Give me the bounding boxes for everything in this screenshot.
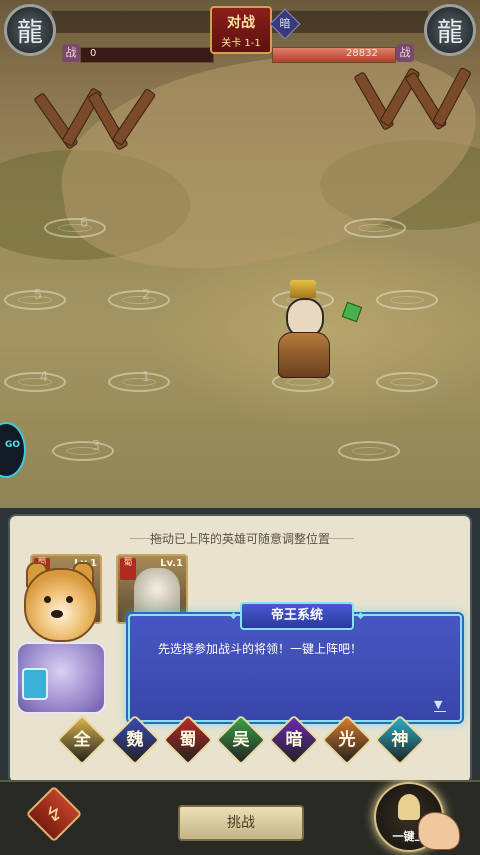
faction-filter-all[interactable]: 全 <box>56 714 108 766</box>
hero-portrait <box>134 568 180 620</box>
jade-seal-icon <box>341 301 363 323</box>
robot-arm <box>22 668 48 700</box>
challenge-button[interactable]: 挑战 <box>178 805 304 841</box>
battlefield: 6 5 2 4 1 3 GO <box>0 0 480 510</box>
faction-filter-wei[interactable]: 魏 <box>109 714 161 766</box>
crown-icon <box>290 280 316 298</box>
divider <box>320 538 354 539</box>
dialog-title: 帝王系统 <box>230 602 364 630</box>
enemy-slot <box>338 441 400 461</box>
slot-number: 3 <box>91 439 101 454</box>
wooden-barricade <box>353 66 472 131</box>
player-power-badge: 战 <box>62 44 80 62</box>
dragon-icon: 龍 <box>436 17 463 48</box>
enemy-slot <box>344 218 406 238</box>
back-arrow-icon: ↯ <box>45 802 63 826</box>
hud-left-bar <box>52 10 212 33</box>
hero-level: Lv.1 <box>160 558 183 569</box>
faction-tag: 蜀 <box>120 558 136 580</box>
faction-filter-bar: 全 魏 蜀 吴 暗 光 神 <box>56 714 426 766</box>
enemy-power-badge: 战 <box>396 44 414 62</box>
hero-body <box>278 332 330 378</box>
faction-filter-dark[interactable]: 暗 <box>268 714 320 766</box>
slot-number: 1 <box>141 370 151 385</box>
continue-arrow-icon[interactable]: ▼ <box>434 698 446 712</box>
helmet-icon <box>398 794 420 820</box>
dialog-text: 先选择参加战斗的将领！一键上阵吧！ <box>158 642 363 656</box>
enemy-hero-emperor <box>270 280 363 385</box>
slot-number: 6 <box>79 216 89 231</box>
faction-filter-light[interactable]: 光 <box>321 714 373 766</box>
enemy-power-value: 28832 <box>346 48 378 59</box>
side-activity-button[interactable]: GO <box>0 422 26 478</box>
faction-filter-god[interactable]: 神 <box>374 714 426 766</box>
player-emblem: 龍 <box>4 4 56 56</box>
battle-banner: 对战 关卡 1-1 <box>210 6 272 54</box>
dragon-icon: 龍 <box>16 17 43 48</box>
enemy-slot <box>376 372 438 392</box>
guide-mascot-doge <box>20 562 98 644</box>
enemy-slot <box>376 290 438 310</box>
guide-dialog[interactable]: 帝王系统 先选择参加战斗的将领！一键上阵吧！ ▼ <box>128 602 462 722</box>
faction-filter-shu[interactable]: 蜀 <box>162 714 214 766</box>
player-power-value: 0 <box>90 48 97 59</box>
stage-label: 关卡 1-1 <box>221 38 261 49</box>
faction-filter-wu[interactable]: 吴 <box>215 714 267 766</box>
enemy-emblem: 龍 <box>424 4 476 56</box>
player-power-bar <box>80 47 214 63</box>
drag-tip: 拖动已上阵的英雄可随意调整位置 <box>149 532 330 546</box>
slot-number: 5 <box>33 288 43 303</box>
wooden-barricade <box>33 87 157 151</box>
slot-number: 2 <box>141 288 151 303</box>
slot-number: 4 <box>39 370 49 385</box>
battle-title: 对战 <box>227 15 255 31</box>
